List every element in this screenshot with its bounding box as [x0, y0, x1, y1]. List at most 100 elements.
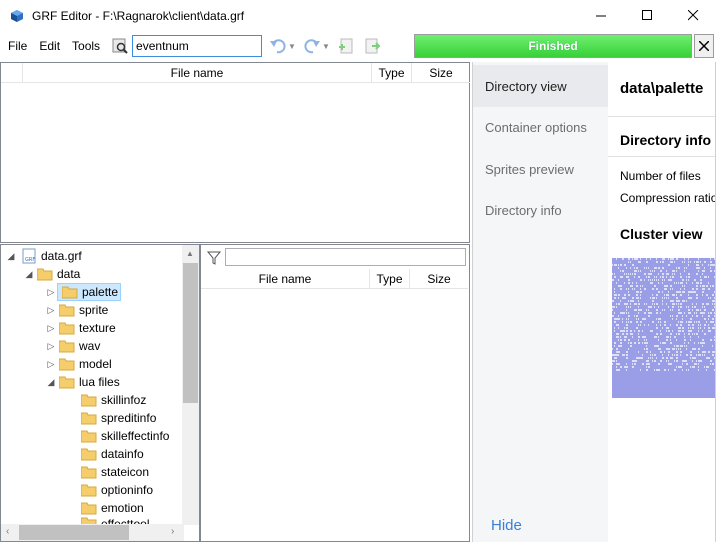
- scroll-right-icon[interactable]: ›: [171, 526, 174, 537]
- tree-node-root[interactable]: ◢ GRF data.grf: [5, 247, 82, 265]
- minimize-button[interactable]: [578, 0, 624, 31]
- expand-arrow-icon[interactable]: ▷: [45, 287, 57, 298]
- tree-node-lua-files[interactable]: ◢ lua files: [45, 373, 120, 391]
- collapse-arrow-icon[interactable]: ◢: [23, 269, 35, 280]
- undo-dropdown-icon[interactable]: ▼: [288, 42, 296, 51]
- label-compression-ratio: Compression ratio: [620, 191, 716, 205]
- directory-tree[interactable]: ◢ GRF data.grf ◢ data ▷ palette ▷ sprite…: [0, 244, 200, 542]
- tree-label: spreditinfo: [101, 411, 157, 425]
- folder-icon: [81, 448, 97, 460]
- tree-label: emotion: [101, 501, 144, 515]
- tree-label: datainfo: [101, 447, 144, 461]
- nav-sprites-preview[interactable]: Sprites preview: [485, 162, 574, 177]
- column-size[interactable]: Size: [410, 269, 468, 289]
- folder-icon: [81, 412, 97, 424]
- nav-directory-view[interactable]: Directory view: [473, 65, 609, 107]
- tree-node-optioninfo[interactable]: optioninfo: [79, 481, 153, 499]
- tree-label-model: model: [79, 357, 112, 371]
- progress-close-button[interactable]: [694, 34, 714, 58]
- undo-icon[interactable]: [268, 36, 288, 56]
- folder-icon: [59, 358, 75, 370]
- expand-arrow-icon[interactable]: ▷: [45, 341, 57, 352]
- folder-icon: [62, 286, 78, 298]
- tree-horizontal-scrollbar[interactable]: ‹ ›: [1, 524, 184, 541]
- expand-arrow-icon[interactable]: ▷: [45, 359, 57, 370]
- tree-scroll-thumb[interactable]: [183, 263, 198, 403]
- column-type[interactable]: Type: [372, 63, 412, 83]
- tree-selected-item[interactable]: palette: [57, 283, 122, 301]
- tree-node-palette[interactable]: ▷ palette: [45, 283, 122, 301]
- tree-node-spreditinfo[interactable]: spreditinfo: [79, 409, 156, 427]
- section-cluster-view: Cluster view: [620, 226, 703, 242]
- menu-edit[interactable]: Edit: [33, 39, 66, 53]
- tree-label-texture: texture: [79, 321, 116, 335]
- tree-vertical-scrollbar[interactable]: ▲: [182, 245, 199, 525]
- maximize-button[interactable]: [624, 0, 670, 31]
- folder-icon: [59, 304, 75, 316]
- filter-input[interactable]: [225, 248, 466, 266]
- window-title: GRF Editor - F:\Ragnarok\client\data.grf: [32, 8, 245, 23]
- close-button[interactable]: [670, 0, 716, 31]
- search-results-grid[interactable]: File name Type Size: [0, 62, 470, 243]
- search-input[interactable]: [132, 35, 263, 57]
- tree-node-data[interactable]: ◢ data: [23, 265, 81, 283]
- collapse-arrow-icon[interactable]: ◢: [45, 377, 57, 388]
- scroll-up-icon[interactable]: ▲: [186, 249, 194, 258]
- nav-container-options[interactable]: Container options: [485, 120, 587, 135]
- redo-dropdown-icon[interactable]: ▼: [322, 42, 330, 51]
- tree-node-skillinfoz[interactable]: skillinfoz: [79, 391, 146, 409]
- files-grid-header: File name Type Size: [201, 269, 468, 289]
- title-bar: GRF Editor - F:\Ragnarok\client\data.grf: [0, 0, 716, 31]
- collapse-arrow-icon[interactable]: ◢: [5, 251, 17, 262]
- tree-label-data: data: [57, 267, 81, 281]
- tree-node-emotion[interactable]: emotion: [79, 499, 144, 517]
- tree-node-datainfo[interactable]: datainfo: [79, 445, 144, 463]
- tree-node-texture[interactable]: ▷ texture: [45, 319, 116, 337]
- expand-arrow-icon[interactable]: ▷: [45, 323, 57, 334]
- side-navigation: Directory view Container options Sprites…: [472, 62, 609, 542]
- menu-file[interactable]: File: [0, 39, 33, 53]
- folder-icon: [81, 430, 97, 442]
- hide-link[interactable]: Hide: [491, 517, 522, 534]
- nav-directory-info[interactable]: Directory info: [485, 203, 562, 218]
- add-file-icon[interactable]: [336, 36, 356, 56]
- folder-icon: [59, 322, 75, 334]
- tree-label-wav: wav: [79, 339, 101, 353]
- svg-text:GRF: GRF: [25, 257, 35, 263]
- column-file-name[interactable]: File name: [23, 63, 372, 83]
- close-icon: [687, 10, 698, 21]
- section-directory-info: Directory info: [620, 132, 712, 148]
- detail-title: data\palette: [620, 80, 704, 97]
- grid-header-icon-col: [1, 63, 23, 83]
- folder-open-icon: [59, 376, 75, 388]
- grid-header: File name Type Size: [1, 63, 470, 83]
- tree-label: optioninfo: [101, 483, 154, 497]
- expand-arrow-icon[interactable]: ▷: [45, 305, 57, 316]
- tree-label: skilleffectinfo: [101, 429, 170, 443]
- tree-node-wav[interactable]: ▷ wav: [45, 337, 101, 355]
- grf-file-icon: GRF: [22, 248, 36, 264]
- column-file-name[interactable]: File name: [201, 269, 370, 289]
- folder-open-icon: [37, 268, 53, 280]
- search-icon[interactable]: [110, 36, 130, 56]
- redo-icon[interactable]: [302, 36, 322, 56]
- tree-node-model[interactable]: ▷ model: [45, 355, 112, 373]
- extract-file-icon[interactable]: [362, 36, 382, 56]
- tree-node-skilleffectinfo[interactable]: skilleffectinfo: [79, 427, 169, 445]
- tree-node-sprite[interactable]: ▷ sprite: [45, 301, 109, 319]
- tree-label-root: data.grf: [41, 249, 82, 263]
- divider: [608, 156, 715, 157]
- tree-node-stateicon[interactable]: stateicon: [79, 463, 149, 481]
- folder-icon: [81, 502, 97, 514]
- menu-tools[interactable]: Tools: [66, 39, 106, 53]
- scroll-left-icon[interactable]: ‹: [6, 526, 9, 537]
- folder-contents-grid[interactable]: File name Type Size: [200, 244, 470, 542]
- cluster-view-image: [612, 258, 715, 398]
- filter-icon: [207, 251, 221, 265]
- tree-hscroll-thumb[interactable]: [19, 525, 129, 540]
- tree-label-sprite: sprite: [79, 303, 109, 317]
- minimize-icon: [595, 15, 606, 17]
- column-type[interactable]: Type: [370, 269, 410, 289]
- divider: [608, 116, 715, 117]
- column-size[interactable]: Size: [412, 63, 470, 83]
